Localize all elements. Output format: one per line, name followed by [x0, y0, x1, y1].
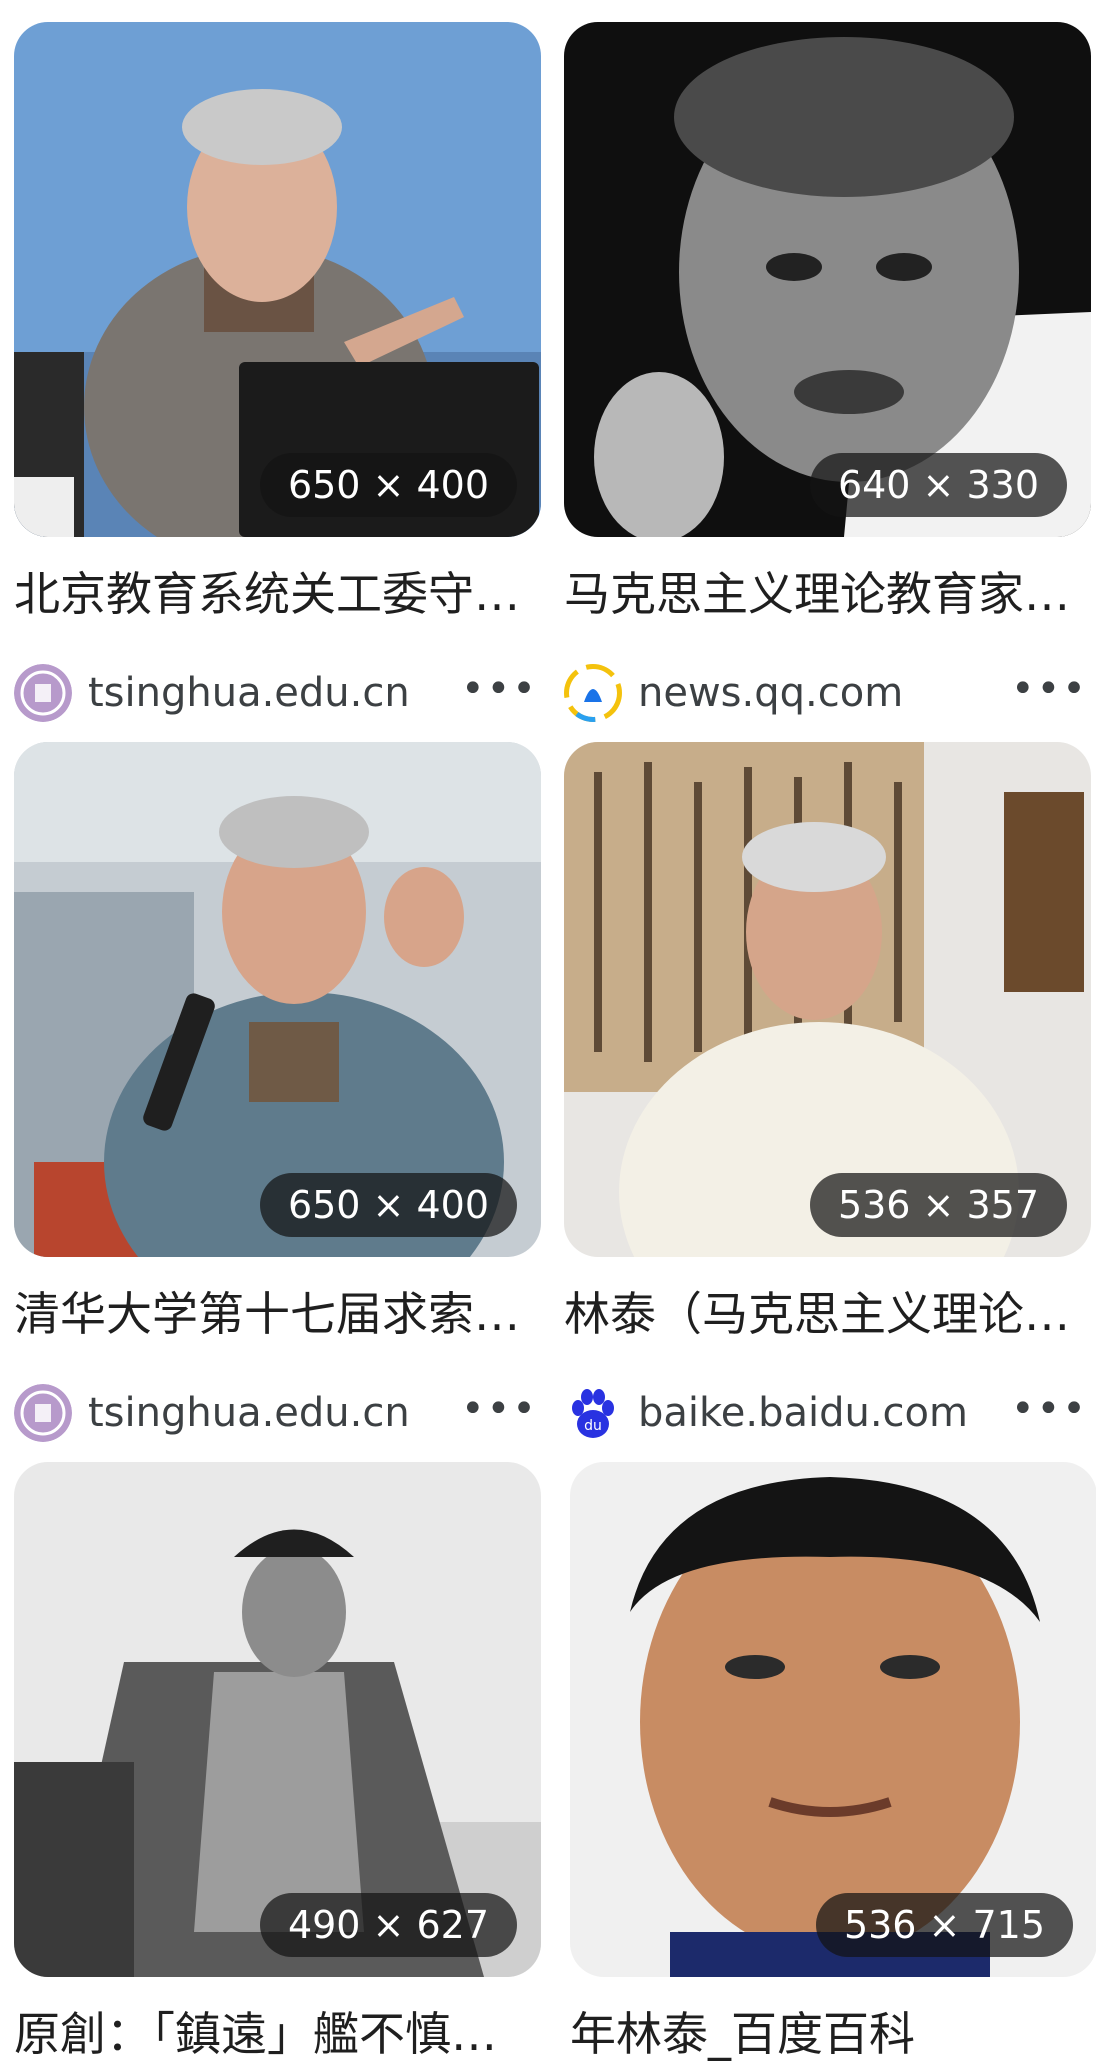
result-thumbnail[interactable]: 536 × 357	[564, 742, 1091, 1257]
baidu-paw-icon: du	[564, 1384, 622, 1442]
result-card[interactable]: 650 × 400 清华大学第十七届求索… tsinghua.edu.cn ••…	[14, 742, 541, 1442]
image-dimensions-badge: 650 × 400	[259, 1173, 517, 1237]
tsinghua-seal-icon	[14, 664, 72, 722]
source-domain[interactable]: baike.baidu.com	[638, 1378, 968, 1448]
result-source: news.qq.com •••	[564, 658, 1091, 734]
more-options-icon[interactable]: •••	[461, 658, 536, 728]
result-thumbnail[interactable]: 650 × 400	[14, 742, 541, 1257]
tencent-news-icon	[564, 664, 622, 722]
result-title[interactable]: 年林泰_百度百科	[570, 2004, 1096, 2064]
more-options-icon[interactable]: •••	[461, 1378, 536, 1448]
more-options-icon[interactable]: •••	[1011, 658, 1086, 728]
result-title[interactable]: 北京教育系统关工委守…	[14, 564, 541, 624]
result-card[interactable]: 490 × 627 原創：「鎮遠」艦不慎…	[14, 1462, 541, 2061]
result-title[interactable]: 林泰（马克思主义理论…	[564, 1284, 1091, 1344]
result-card[interactable]: 536 × 715 年林泰_百度百科	[570, 1462, 1096, 2061]
result-thumbnail[interactable]: 650 × 400	[14, 22, 541, 537]
source-domain[interactable]: news.qq.com	[638, 658, 903, 728]
result-thumbnail[interactable]: 536 × 715	[570, 1462, 1096, 1977]
result-title[interactable]: 原創：「鎮遠」艦不慎…	[14, 2004, 541, 2064]
tsinghua-seal-icon	[14, 1384, 72, 1442]
source-domain[interactable]: tsinghua.edu.cn	[88, 1378, 410, 1448]
result-source: du baike.baidu.com •••	[564, 1378, 1091, 1454]
result-thumbnail[interactable]: 490 × 627	[14, 1462, 541, 1977]
source-domain[interactable]: tsinghua.edu.cn	[88, 658, 410, 728]
image-dimensions-badge: 650 × 400	[259, 453, 517, 517]
image-dimensions-badge: 536 × 357	[809, 1173, 1067, 1237]
result-source: tsinghua.edu.cn •••	[14, 1378, 541, 1454]
result-title[interactable]: 马克思主义理论教育家…	[564, 564, 1091, 624]
image-dimensions-badge: 536 × 715	[815, 1893, 1073, 1957]
svg-text:du: du	[584, 1418, 602, 1434]
result-card[interactable]: 640 × 330 马克思主义理论教育家… news.qq.com •••	[564, 22, 1091, 722]
image-dimensions-badge: 490 × 627	[259, 1893, 517, 1957]
result-title[interactable]: 清华大学第十七届求索…	[14, 1284, 541, 1344]
result-thumbnail[interactable]: 640 × 330	[564, 22, 1091, 537]
more-options-icon[interactable]: •••	[1011, 1378, 1086, 1448]
image-dimensions-badge: 640 × 330	[809, 453, 1067, 517]
result-source: tsinghua.edu.cn •••	[14, 658, 541, 734]
result-card[interactable]: 650 × 400 北京教育系统关工委守… tsinghua.edu.cn ••…	[14, 22, 541, 722]
result-card[interactable]: 536 × 357 林泰（马克思主义理论… du baike.baidu.com…	[564, 742, 1091, 1442]
